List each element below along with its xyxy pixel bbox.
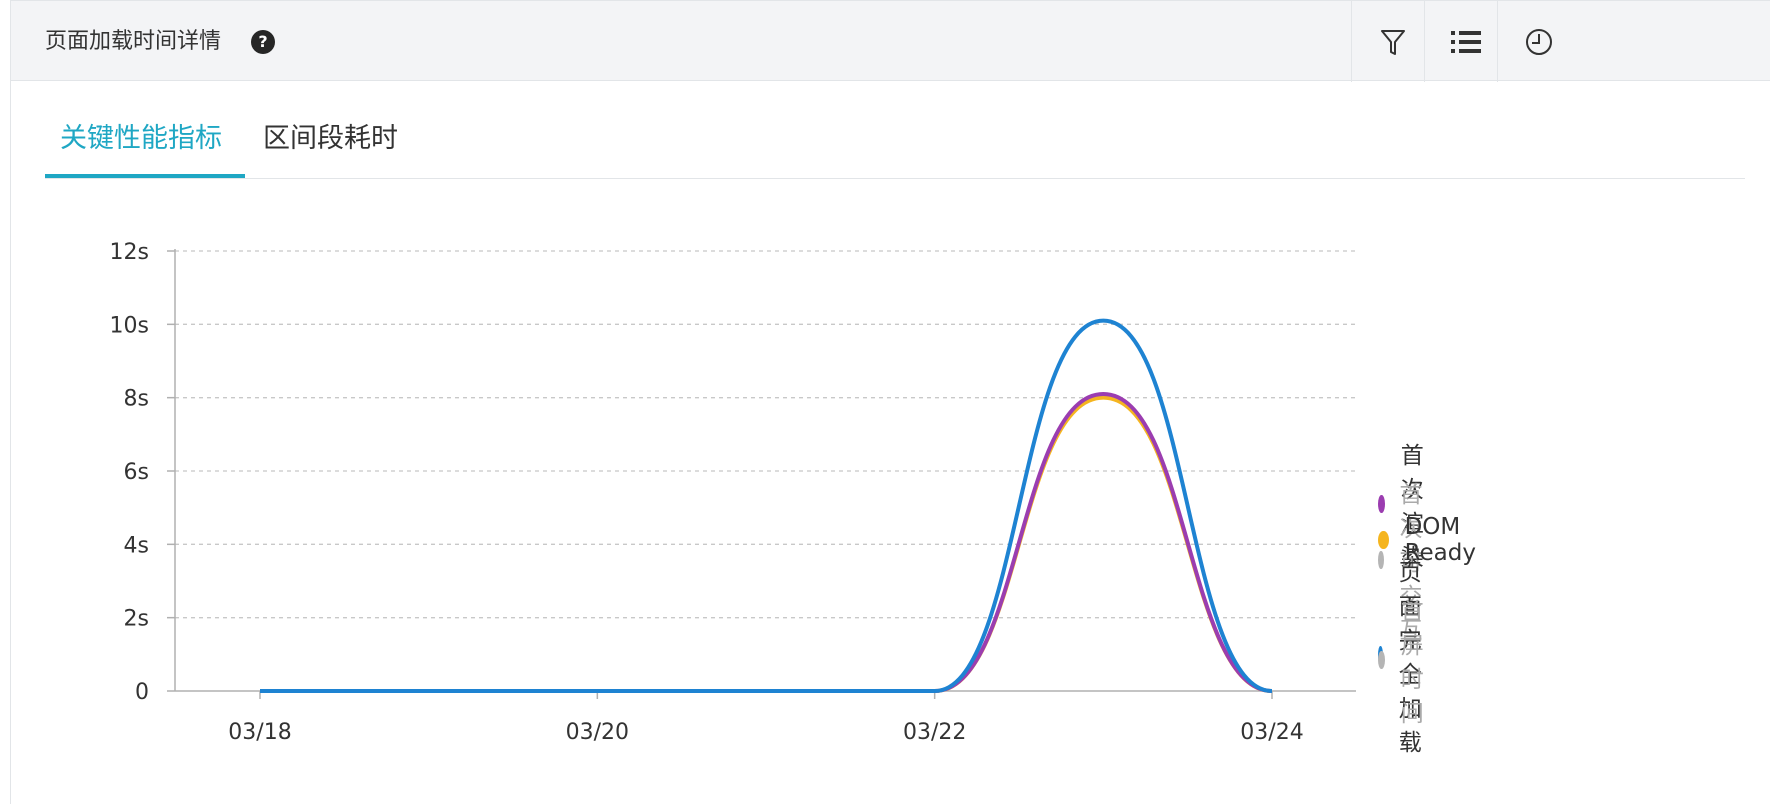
x-tick-label: 03/22 — [903, 720, 966, 745]
y-tick-label: 0 — [135, 680, 149, 705]
legend-item[interactable]: 首屏时间 — [1378, 592, 1435, 728]
y-tick-label: 4s — [124, 533, 149, 558]
x-tick-label: 03/18 — [228, 720, 291, 745]
series-line — [260, 318, 1273, 694]
legend-label: 首屏时间 — [1400, 599, 1424, 727]
legend-color-dot — [1378, 531, 1389, 549]
y-tick-label: 6s — [124, 460, 149, 485]
legend-color-dot — [1378, 651, 1385, 669]
x-tick-label: 03/20 — [566, 720, 629, 745]
page-load-time-panel: 页面加载时间详情 ? 关键性能指标 区间段耗时 0 2s 4s 6s 8s 10… — [10, 0, 1770, 804]
y-tick-label: 2s — [124, 607, 149, 632]
x-tick-label: 03/24 — [1240, 720, 1303, 745]
performance-line-chart: 0 2s 4s 6s 8s 10s 12s 03/18 03/20 03/22 03/24 — [110, 240, 1356, 745]
y-tick-label: 10s — [110, 313, 149, 338]
y-tick-label: 12s — [110, 240, 149, 265]
series-line — [260, 392, 1273, 694]
y-tick-label: 8s — [124, 387, 149, 412]
